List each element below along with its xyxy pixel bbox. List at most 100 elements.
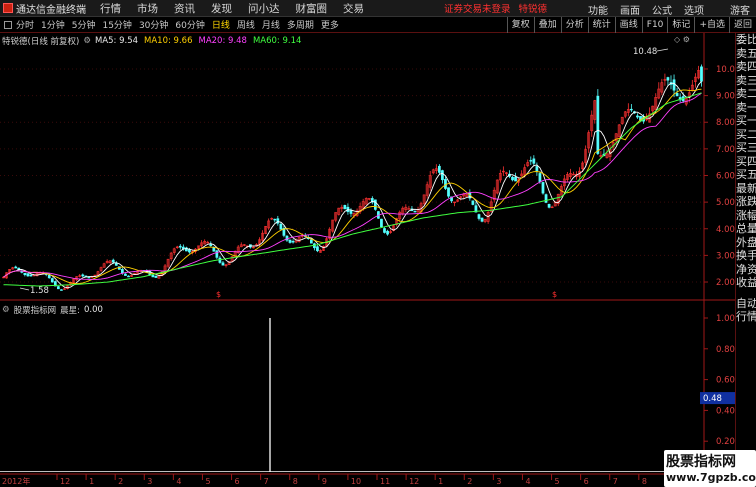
sidebar-item[interactable]: 净资 (736, 263, 756, 277)
candle-body (675, 93, 679, 97)
watermark-line1: 股票指标网 (666, 454, 736, 470)
candle-body (81, 274, 85, 277)
candle-body (441, 170, 444, 181)
price-tick-label: 10.00 (716, 65, 735, 75)
candle-body (636, 115, 639, 118)
kline-chart[interactable]: 10.00 9.00 8.00 7.00 6.00 5.00 4.00 3.00 2.00 1.0… (0, 0, 735, 487)
candle-body (124, 273, 127, 276)
candle-body (309, 239, 313, 244)
sidebar-item[interactable]: 买三 (736, 141, 756, 155)
sidebar-bottom-item[interactable]: 自动 (736, 297, 756, 311)
candle-body (316, 246, 319, 252)
year-label: 2012年 (2, 476, 30, 486)
sidebar-item[interactable]: 外盘 (736, 236, 756, 250)
low-price-label: 1.58 (30, 286, 49, 296)
time-tick-label: 1 (438, 477, 443, 486)
sidebar-item[interactable]: 买一 (736, 114, 756, 128)
candle-body (279, 223, 283, 230)
sidebar-item[interactable]: 买二 (736, 128, 756, 142)
candle-body (514, 176, 517, 182)
time-tick-label: 11 (380, 477, 390, 486)
candle-body (672, 79, 676, 91)
candle-body (471, 200, 475, 205)
candle-body (273, 218, 277, 221)
candle-body (291, 241, 295, 243)
price-tick-label: 3.00 (716, 251, 735, 261)
indicator-tick-label: 0.20 (716, 437, 735, 447)
time-tick-label: 8 (642, 477, 647, 486)
candle-body (386, 230, 389, 235)
candle-body (596, 95, 600, 154)
candle-body (529, 160, 533, 162)
time-tick-label: 3 (496, 477, 501, 486)
candle-body (666, 77, 670, 81)
time-tick-label: 6 (235, 477, 240, 486)
candle-body (511, 176, 514, 181)
indicator-tick-label: 0.40 (716, 406, 735, 416)
time-tick-label: 5 (205, 477, 210, 486)
candle-body (541, 182, 545, 194)
candle-body (47, 274, 51, 279)
time-tick-label: 5 (555, 477, 560, 486)
candle-body (127, 275, 130, 278)
sidebar-item[interactable]: 换手 (736, 249, 756, 263)
sidebar-item[interactable]: 总量 (736, 222, 756, 236)
sidebar-item[interactable]: 收益 (736, 276, 756, 290)
price-tick-label: 9.00 (716, 92, 735, 102)
candle-body (630, 108, 633, 111)
price-tick-label: 2.00 (716, 278, 735, 288)
candle-body (87, 276, 91, 279)
price-tick-label: 7.00 (716, 145, 735, 155)
indicator-tick-label: 0.80 (716, 345, 735, 355)
price-tick-label: 6.00 (716, 171, 735, 181)
event-marker: $ (552, 290, 557, 299)
sidebar-item[interactable]: 卖五 (736, 47, 756, 61)
sidebar-item[interactable]: 卖四 (736, 60, 756, 74)
candle-body (288, 239, 292, 243)
event-marker: $ (216, 290, 221, 299)
candle-body (121, 269, 124, 274)
candle-body (477, 214, 481, 219)
sidebar-item[interactable]: 涨幅 (736, 209, 756, 223)
candle-body (111, 259, 115, 263)
sidebar-item[interactable]: 买四 (736, 155, 756, 169)
candle-body (343, 205, 347, 210)
indicator-tick-label: 1.00 (716, 314, 735, 324)
time-tick-label: 12 (409, 477, 419, 486)
low-pointer (19, 287, 30, 291)
sidebar-item[interactable]: 卖一 (736, 101, 756, 115)
candle-body (215, 250, 219, 258)
time-tick-label: 7 (613, 477, 618, 486)
sidebar-item[interactable]: 卖二 (736, 87, 756, 101)
time-tick-label: 6 (584, 477, 589, 486)
candle-body (29, 274, 33, 277)
sidebar-item[interactable]: 涨跌 (736, 195, 756, 209)
candle-body (349, 210, 353, 214)
candle-body (547, 204, 551, 208)
time-tick-label: 1 (89, 477, 94, 486)
indicator-tick-label: 0.60 (716, 376, 735, 386)
sidebar-item[interactable]: 卖三 (736, 74, 756, 88)
sidebar-item[interactable]: 委比 (736, 33, 756, 47)
candle-body (23, 272, 27, 275)
candle-body (383, 228, 386, 233)
time-tick-label: 10 (351, 477, 361, 486)
candle-body (212, 247, 216, 252)
candle-body (218, 257, 222, 263)
sidebar-bottom-item[interactable]: 行情 (736, 310, 756, 324)
candle-body (437, 165, 441, 173)
candle-body (154, 275, 158, 278)
watermark-line2: www.7gpzb.com (666, 471, 756, 484)
time-tick-label: 7 (264, 477, 269, 486)
time-tick-label: 2 (467, 477, 472, 486)
candle-body (151, 275, 155, 278)
candle-body (700, 66, 703, 82)
candle-body (480, 217, 484, 222)
candle-body (380, 218, 383, 228)
sidebar-item[interactable]: 买五 (736, 168, 756, 182)
price-tick-label: 4.00 (716, 225, 735, 235)
sidebar-item[interactable]: 最新 (736, 182, 756, 196)
candle-body (532, 158, 536, 164)
candle-body (444, 179, 447, 189)
candle-body (14, 266, 18, 269)
